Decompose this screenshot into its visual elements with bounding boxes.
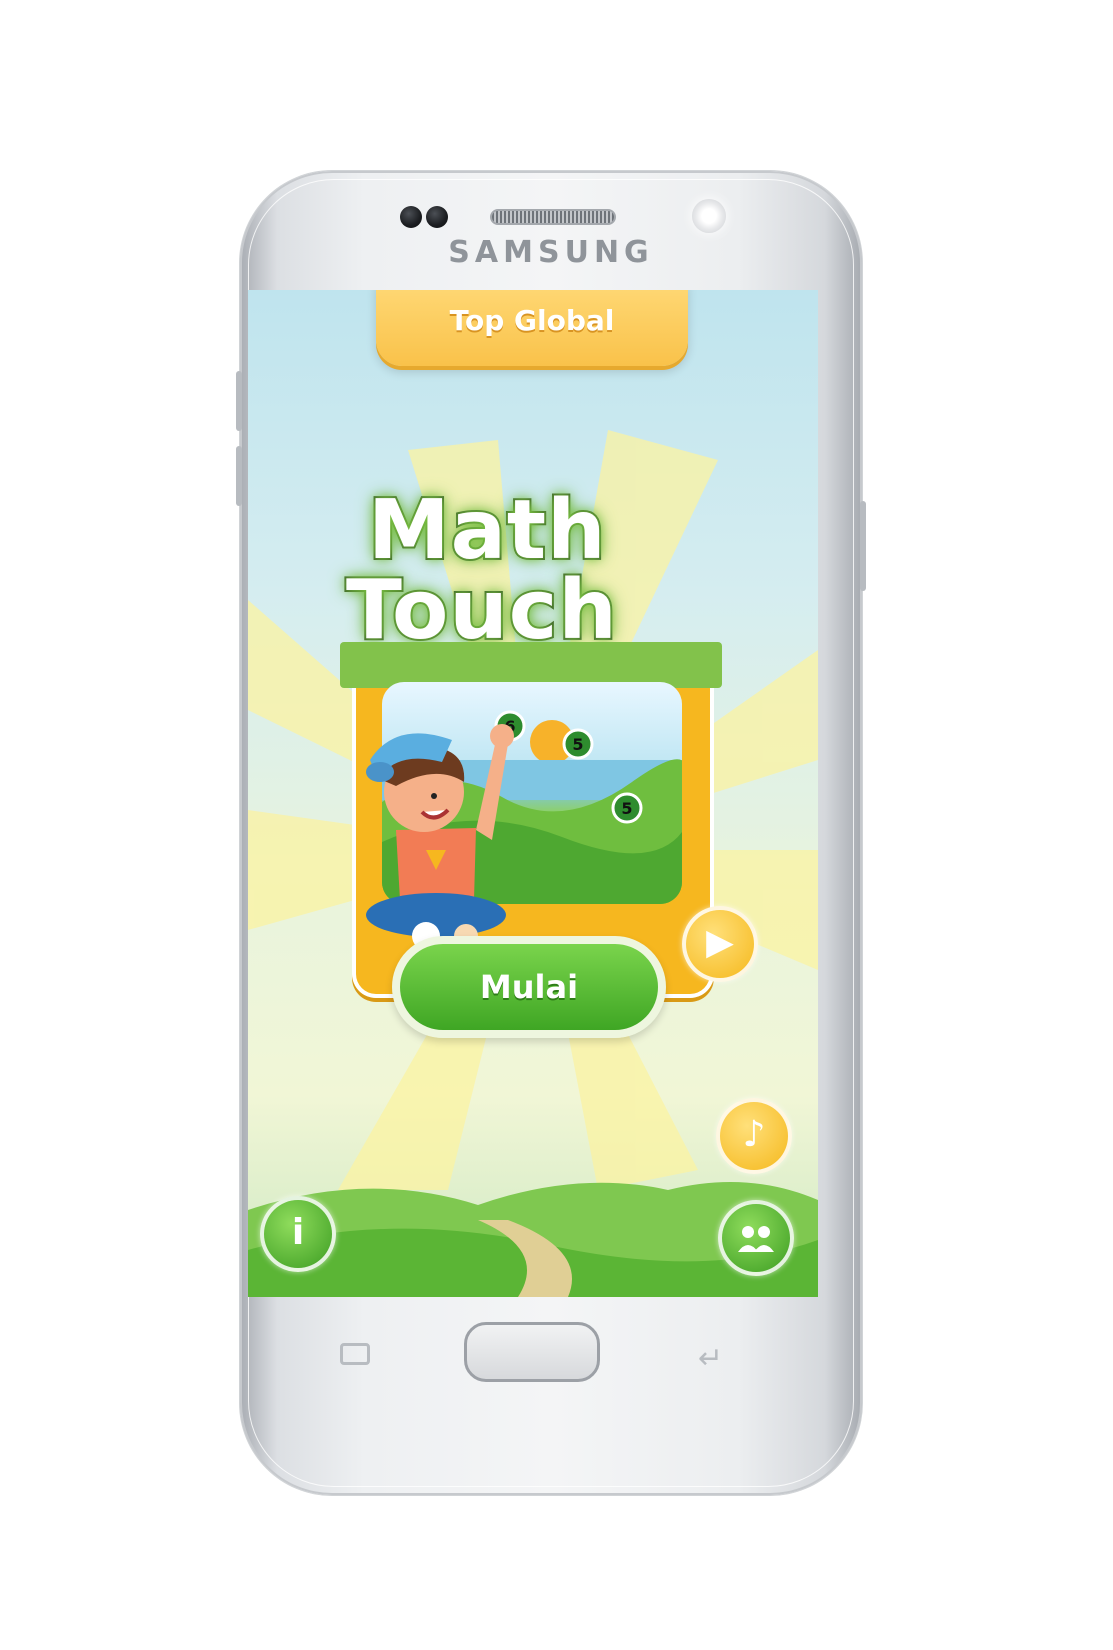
volume-up-button[interactable]	[236, 371, 242, 431]
light-sensor	[692, 199, 726, 233]
title-line-1: Math	[366, 483, 608, 578]
back-key[interactable]: ↵	[698, 1341, 723, 1376]
top-global-tab[interactable]: Top Global	[376, 290, 688, 366]
game-screen: Top Global Math Touch 6 5 5 Mulai ▶ ♪ i	[248, 290, 818, 1297]
earpiece-speaker	[490, 209, 616, 225]
front-camera	[400, 206, 422, 228]
friends-icon	[738, 1226, 774, 1252]
scene-number-3: 5	[621, 799, 632, 818]
device-brand: SAMSUNG	[448, 235, 654, 270]
boy-character	[366, 724, 514, 950]
info-button[interactable]: i	[260, 1196, 336, 1272]
friends-button[interactable]	[718, 1200, 794, 1276]
game-title: Math Touch	[344, 483, 726, 658]
recent-apps-key[interactable]	[340, 1343, 370, 1365]
scene-number-2: 5	[572, 735, 583, 754]
start-button[interactable]: Mulai	[392, 936, 666, 1038]
info-icon: i	[291, 1212, 305, 1253]
front-sensor	[426, 206, 448, 228]
start-button-label: Mulai	[479, 968, 579, 1006]
top-global-label: Top Global	[449, 304, 615, 337]
power-button[interactable]	[860, 501, 866, 591]
music-toggle-button[interactable]: ♪	[716, 1098, 792, 1174]
music-note-icon: ♪	[742, 1114, 766, 1155]
title-line-2: Touch	[344, 563, 619, 658]
home-button[interactable]	[464, 1322, 600, 1382]
play-icon: ▶	[706, 922, 734, 963]
play-button[interactable]: ▶	[682, 906, 758, 982]
volume-down-button[interactable]	[236, 446, 242, 506]
